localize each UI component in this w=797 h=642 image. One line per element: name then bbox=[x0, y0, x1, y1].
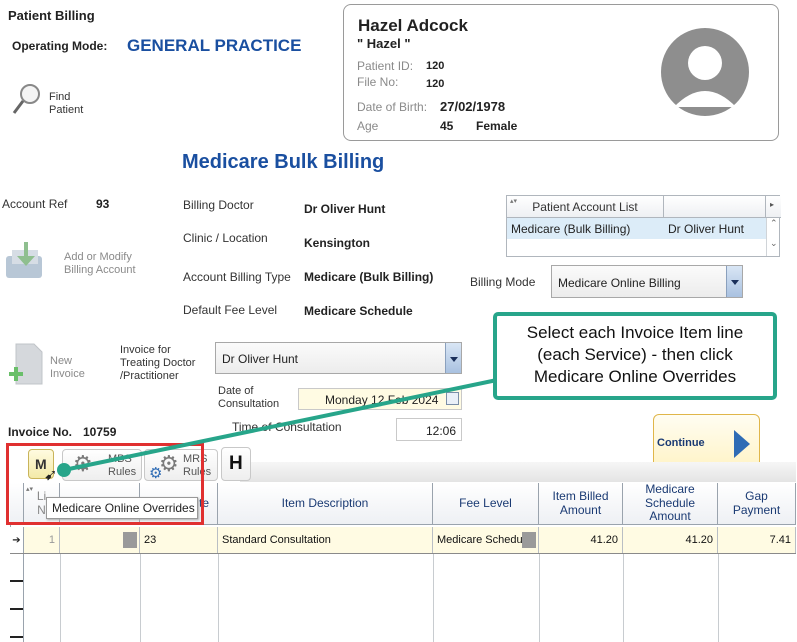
instruction-callout: Select each Invoice Item line (each Serv… bbox=[493, 312, 777, 400]
